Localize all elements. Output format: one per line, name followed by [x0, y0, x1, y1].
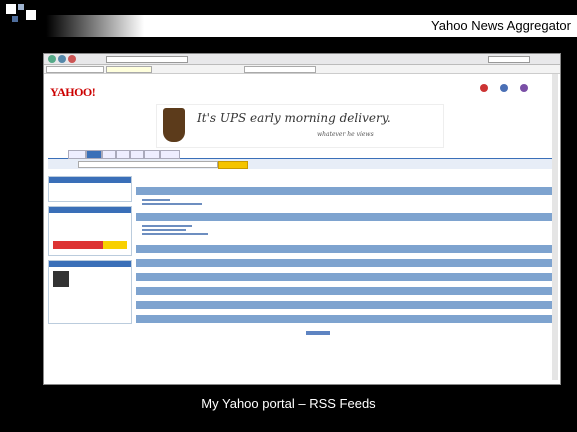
manage-feeds-box	[48, 176, 132, 202]
scrollbar[interactable]	[552, 74, 558, 380]
slide-caption: My Yahoo portal – RSS Feeds	[201, 396, 376, 411]
news-box	[48, 260, 132, 324]
search-button[interactable]	[218, 161, 248, 169]
feed-header[interactable]	[136, 245, 556, 253]
my-yahoo-screenshot: YAHOO! It's UPS early morning delivery. …	[43, 53, 561, 385]
browser-toolbar	[44, 54, 560, 65]
ad-subtext: whatever he views	[317, 131, 374, 138]
ups-ad-banner[interactable]: It's UPS early morning delivery. whateve…	[156, 104, 444, 148]
slide-logo-icon	[6, 4, 42, 32]
search-row	[48, 159, 556, 169]
mail-icon[interactable]	[480, 84, 488, 92]
slide-title-bar: Yahoo News Aggregator	[0, 15, 577, 37]
feed-header[interactable]	[136, 187, 556, 195]
yahoo-logo[interactable]: YAHOO!	[50, 85, 96, 100]
address-bar[interactable]	[106, 56, 188, 63]
search-input[interactable]	[78, 161, 218, 168]
feed-header[interactable]	[136, 301, 556, 309]
feed-header[interactable]	[136, 315, 556, 323]
people-icon[interactable]	[520, 84, 528, 92]
feed-header[interactable]	[136, 259, 556, 267]
weather-box	[48, 206, 132, 256]
ad-headline: It's UPS early morning delivery.	[197, 111, 391, 125]
feed-header[interactable]	[136, 287, 556, 295]
slide-title: Yahoo News Aggregator	[431, 18, 571, 33]
bookmarks-bar	[44, 65, 560, 74]
ups-logo-icon	[163, 108, 185, 142]
feed-header[interactable]	[136, 273, 556, 281]
messenger-icon[interactable]	[500, 84, 508, 92]
feed-header[interactable]	[136, 213, 556, 221]
add-content-link[interactable]	[306, 331, 330, 335]
